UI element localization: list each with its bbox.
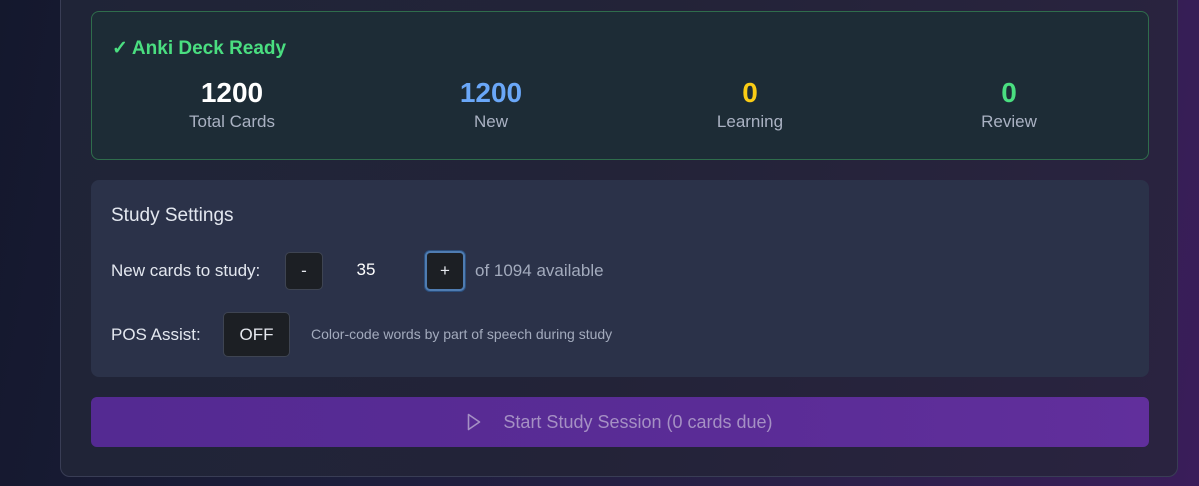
stat-total-cards: 1200 Total Cards	[132, 76, 332, 134]
stat-label: Learning	[716, 112, 784, 131]
available-count-text: of 1094 available	[475, 261, 604, 280]
stat-value: 0	[742, 77, 758, 108]
decrement-button[interactable]: -	[285, 252, 323, 290]
stat-label: Review	[981, 112, 1037, 131]
check-icon: ✓	[112, 38, 128, 59]
stat-value: 1200	[200, 77, 264, 108]
stat-value: 0	[1001, 77, 1017, 108]
start-study-label: Start Study Session (0 cards due)	[503, 411, 773, 432]
settings-title: Study Settings	[111, 205, 234, 226]
stat-new: 1200 New	[391, 76, 591, 134]
pos-assist-description: Color-code words by part of speech durin…	[311, 326, 613, 342]
new-cards-label: New cards to study:	[111, 261, 261, 280]
study-settings-card: Study Settings New cards to study: - 35 …	[91, 180, 1149, 377]
stat-label: Total Cards	[189, 112, 275, 131]
stat-review: 0 Review	[909, 76, 1109, 134]
pos-assist-toggle[interactable]: OFF	[223, 312, 290, 357]
stat-learning: 0 Learning	[650, 76, 850, 134]
deck-ready-card: ✓ Anki Deck Ready 1200 Total Cards 1200 N…	[91, 11, 1149, 160]
pos-assist-label: POS Assist:	[111, 325, 201, 344]
stat-label: New	[473, 112, 508, 131]
deck-ready-title: ✓ Anki Deck Ready	[112, 37, 286, 60]
stat-value: 1200	[459, 77, 523, 108]
increment-button[interactable]: +	[425, 251, 465, 291]
deck-ready-text: Anki Deck Ready	[131, 38, 287, 59]
play-icon	[468, 413, 481, 431]
new-cards-count: 35	[356, 260, 376, 279]
start-study-button[interactable]: Start Study Session (0 cards due)	[91, 397, 1149, 447]
